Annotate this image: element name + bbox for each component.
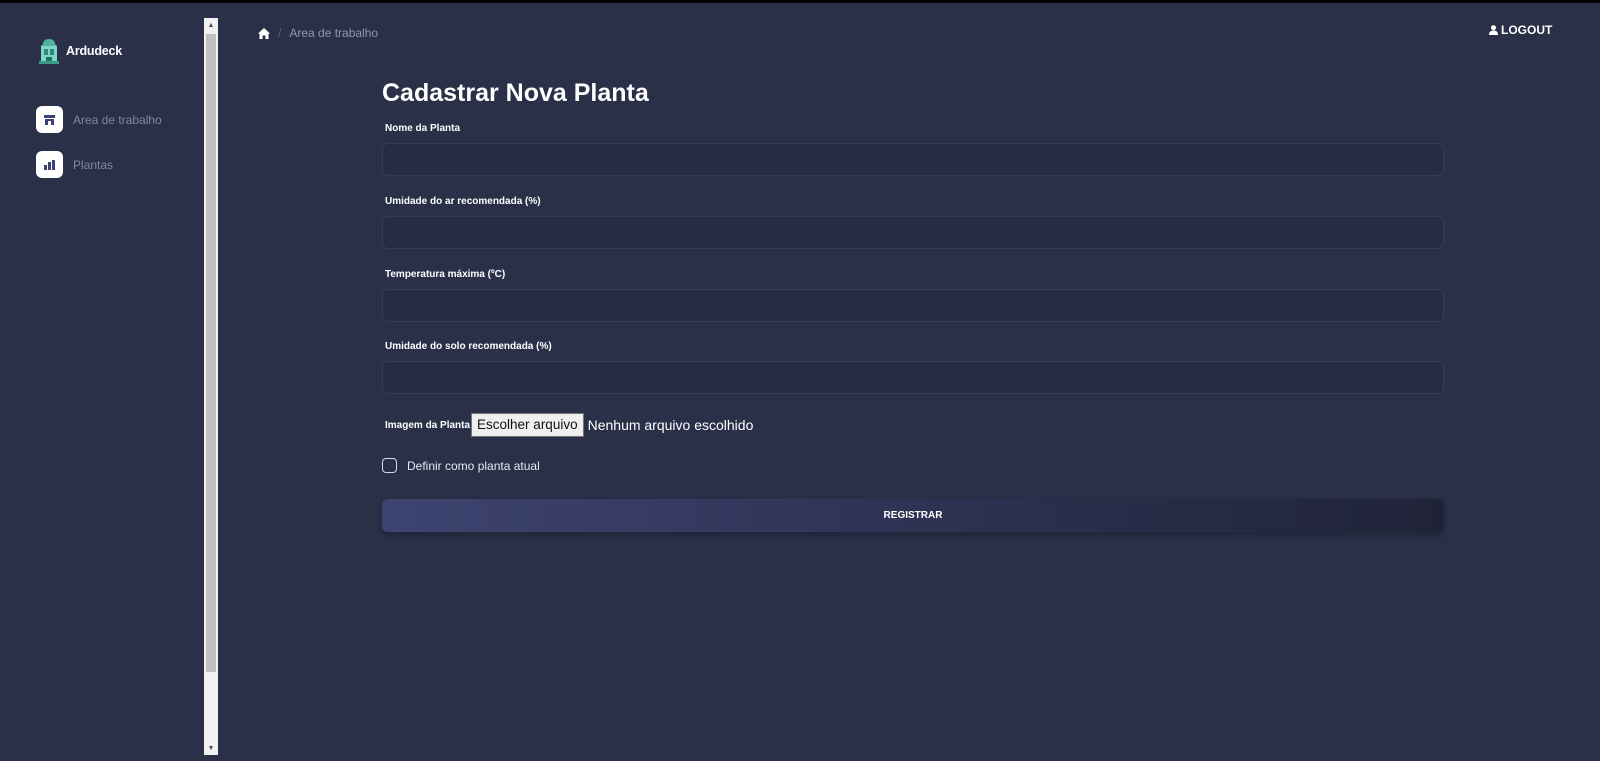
scrollbar-thumb[interactable] (206, 34, 216, 672)
brand[interactable]: Ardudeck (38, 37, 122, 65)
max-temperature-label: Temperatura máxima (ºC) (385, 269, 506, 280)
soil-humidity-label: Umidade do solo recomendada (%) (385, 341, 552, 352)
chart-icon (36, 151, 63, 178)
sidebar-item-label: Area de trabalho (73, 112, 162, 127)
logout-button[interactable]: LOGOUT (1489, 23, 1552, 37)
air-humidity-input[interactable] (382, 216, 1444, 249)
home-icon[interactable] (258, 27, 270, 39)
sidebar: Ardudeck Area de trabalho Plantas (0, 3, 204, 761)
scroll-down-arrow-icon[interactable]: ▼ (204, 741, 218, 755)
sidebar-item-label: Plantas (73, 157, 114, 172)
user-icon (1489, 25, 1498, 35)
scroll-up-arrow-icon[interactable]: ▲ (204, 18, 218, 32)
image-upload-label: Imagem da Planta (385, 419, 471, 431)
breadcrumb-current: Area de trabalho (289, 26, 379, 40)
current-plant-checkbox[interactable] (382, 458, 397, 473)
sidebar-item-plantas[interactable]: Plantas (36, 151, 113, 178)
sidebar-item-area-de-trabalho[interactable]: Area de trabalho (36, 106, 162, 133)
soil-humidity-input[interactable] (382, 361, 1444, 394)
register-button[interactable]: REGISTRAR (382, 499, 1444, 532)
plant-logo-icon (39, 39, 59, 64)
app-frame: Ardudeck Area de trabalho Plantas ▲ ▼ / … (0, 3, 1600, 761)
file-status-text: Nenhum arquivo escolhido (587, 417, 754, 433)
logout-label: LOGOUT (1501, 23, 1553, 37)
breadcrumb: / Area de trabalho (258, 26, 378, 40)
max-temperature-input[interactable] (382, 289, 1444, 322)
choose-file-button[interactable]: Escolher arquivo (471, 413, 584, 437)
image-upload-row: Imagem da Planta Escolher arquivo Nenhum… (385, 413, 753, 437)
breadcrumb-separator: / (278, 26, 282, 40)
air-humidity-label: Umidade do ar recomendada (%) (385, 196, 541, 207)
current-plant-option: Definir como planta atual (382, 458, 540, 473)
brand-name: Ardudeck (66, 44, 123, 58)
sidebar-scrollbar[interactable]: ▲ ▼ (204, 18, 218, 755)
plant-name-input[interactable] (382, 143, 1444, 176)
plant-name-label: Nome da Planta (385, 123, 461, 134)
store-icon (36, 106, 63, 133)
page-title: Cadastrar Nova Planta (382, 79, 649, 107)
current-plant-checkbox-label[interactable]: Definir como planta atual (407, 459, 540, 473)
